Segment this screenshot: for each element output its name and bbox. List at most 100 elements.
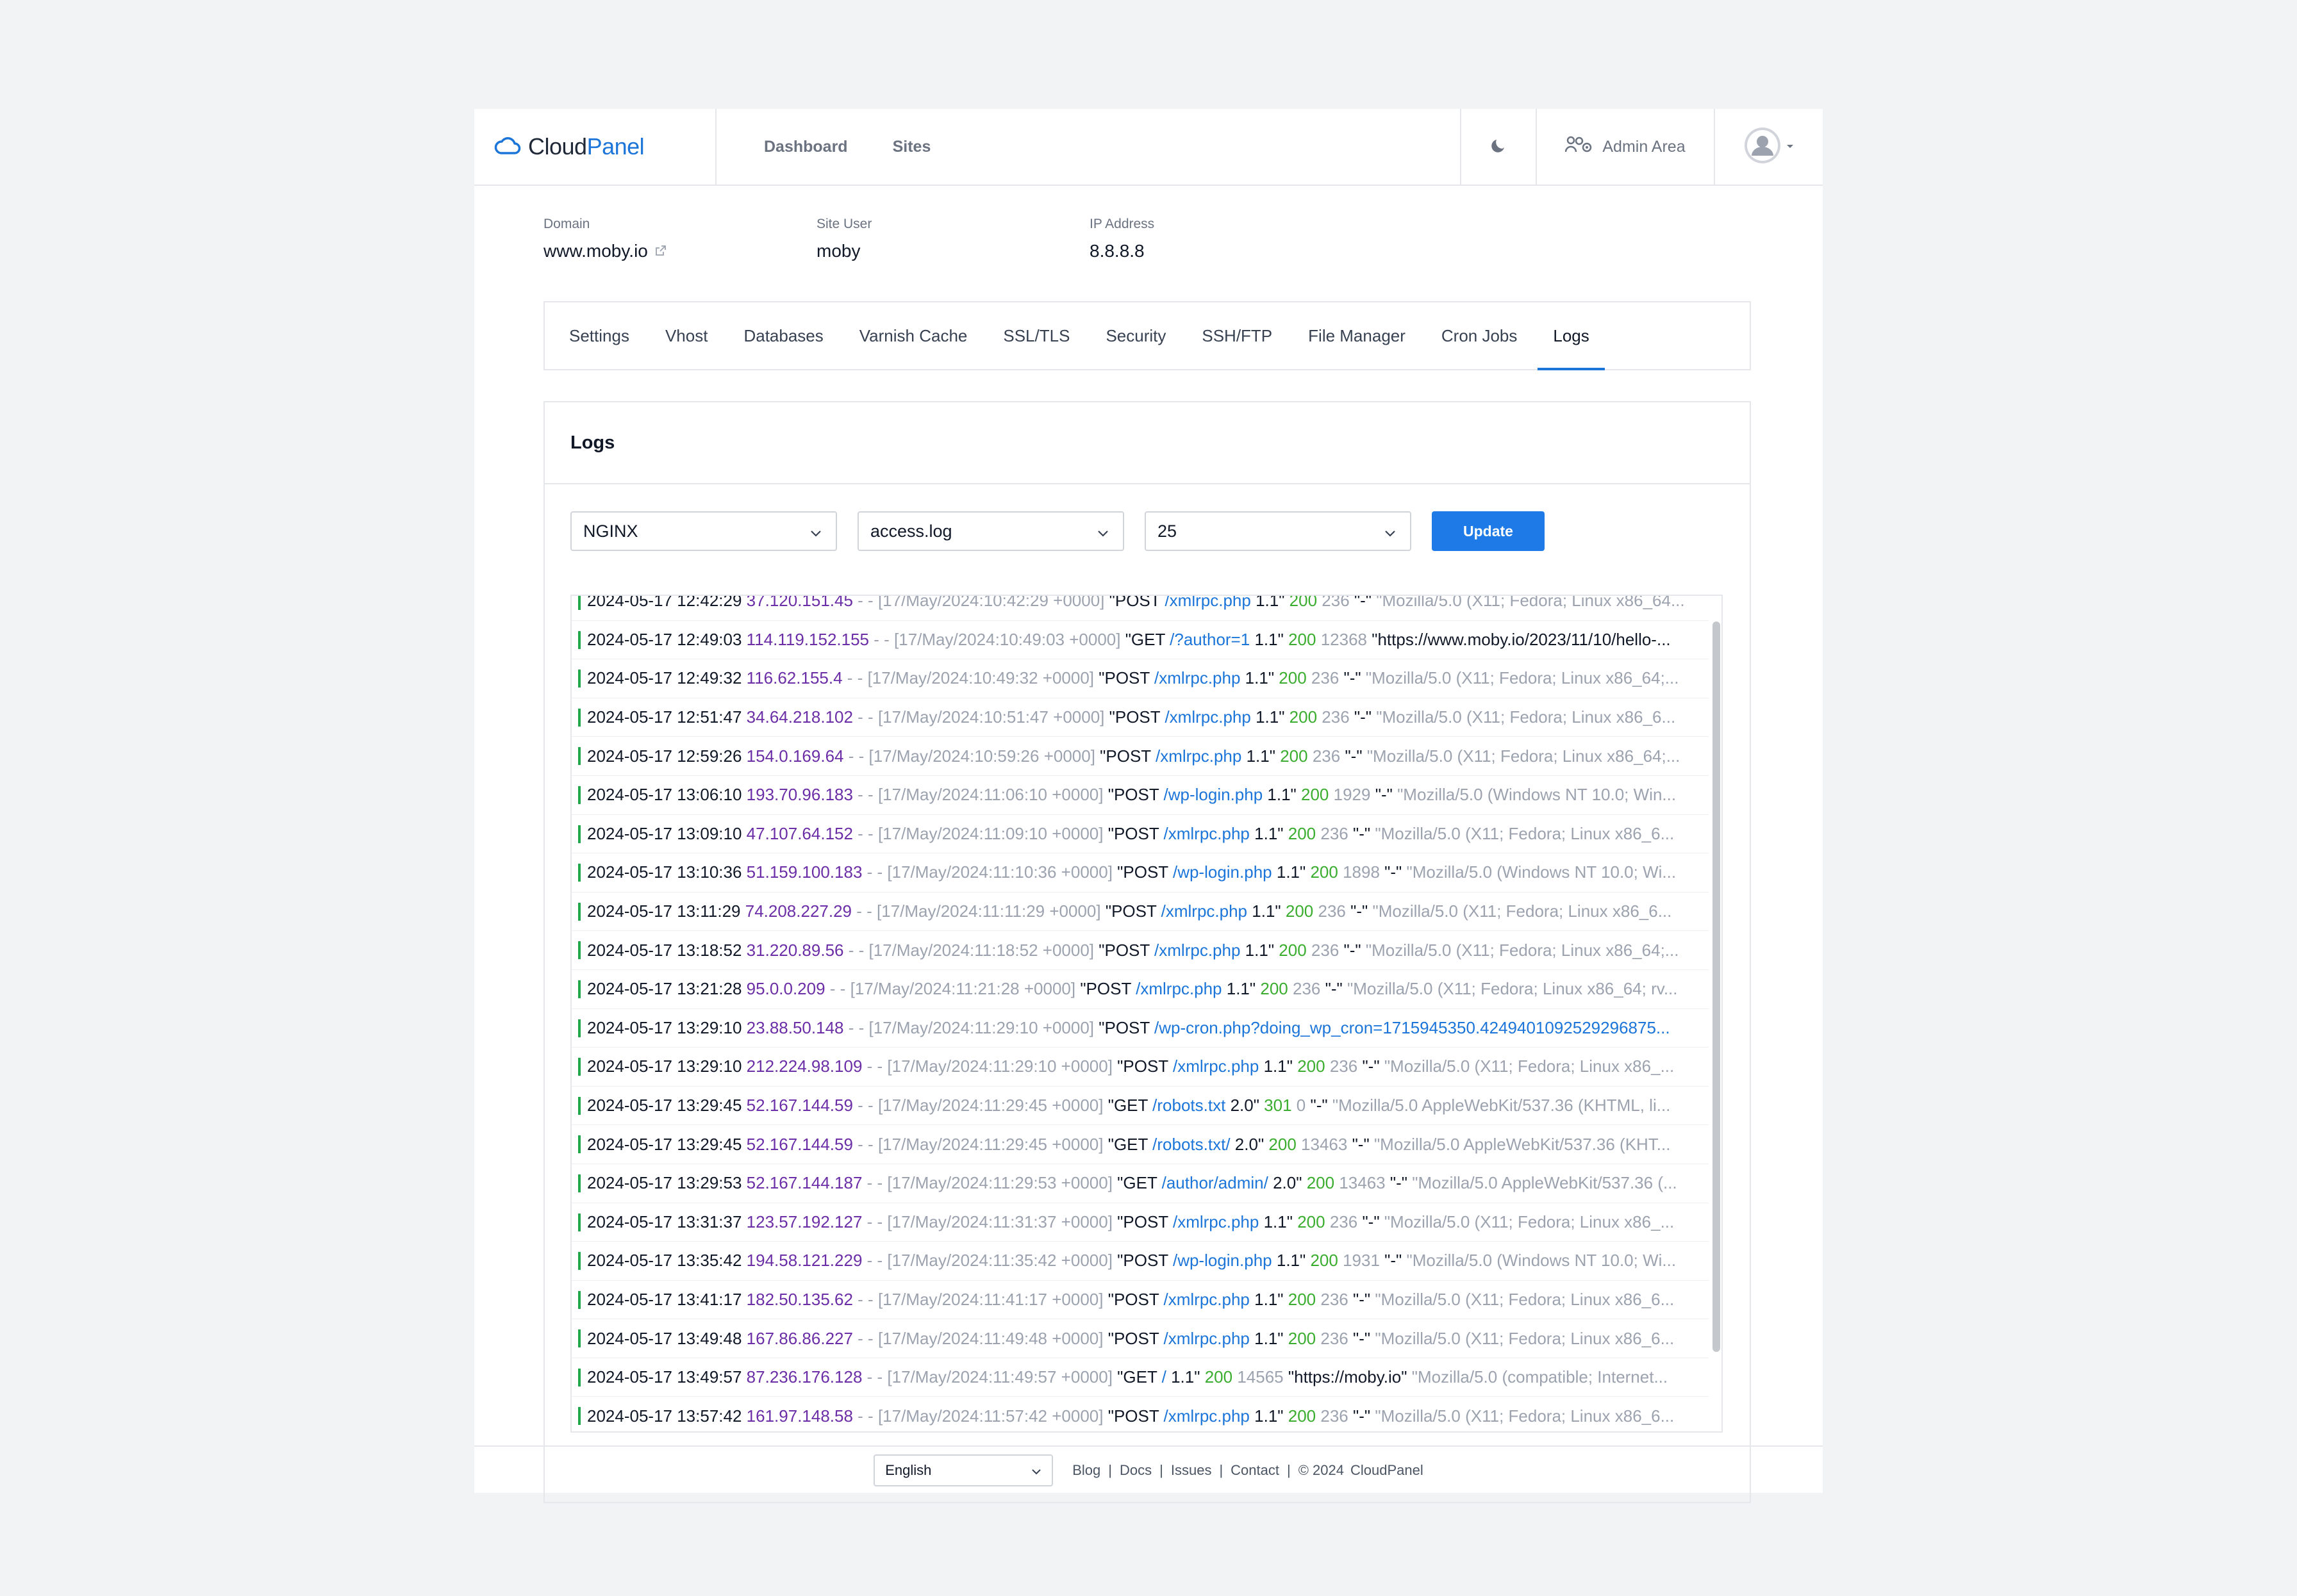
log-status: 200 [1306,1173,1335,1193]
tab-logs[interactable]: Logs [1538,302,1605,370]
log-status: 200 [1204,1367,1233,1387]
main-nav: Dashboard Sites [717,109,1460,185]
log-method: "POST [1117,862,1168,882]
log-ts: 2024-05-17 13:21:28 [587,979,742,999]
log-ts: 2024-05-17 12:59:26 [587,746,742,766]
log-size: 236 [1320,1328,1348,1348]
log-ip: 52.167.144.187 [746,1173,863,1193]
log-path: /xmlrpc.php [1172,1212,1259,1231]
log-ts: 2024-05-17 13:09:10 [587,823,742,843]
log-date: [17/May/2024:11:35:42 +0000] [887,1251,1113,1271]
brand-logo[interactable]: CloudPanel [474,109,717,185]
users-gear-icon [1565,135,1593,159]
tab-vhost[interactable]: Vhost [665,302,708,369]
log-scrollbar[interactable] [1712,621,1720,1352]
ip-label: IP Address [1090,217,1155,231]
footer-link-blog[interactable]: Blog [1072,1462,1100,1479]
log-line: 2024-05-17 13:35:42 194.58.121.229 - - [… [572,1242,1709,1281]
log-method: "GET [1117,1173,1157,1193]
log-line: 2024-05-17 13:41:17 182.50.135.62 - - [1… [572,1281,1709,1320]
log-size: 236 [1322,707,1350,727]
log-line: 2024-05-17 12:59:26 154.0.169.64 - - [17… [572,737,1709,776]
chevron-down-icon [1786,141,1795,152]
log-ref: "-" [1343,668,1361,688]
tab-databases[interactable]: Databases [743,302,823,369]
tab-security[interactable]: Security [1106,302,1166,369]
log-ua: "Mozilla/5.0 (X11; Fedora; Linux x86_6..… [1375,1289,1675,1309]
log-path: /xmlrpc.php [1136,979,1222,999]
log-file-select[interactable]: access.log [858,511,1124,551]
log-method: "GET [1107,1096,1148,1115]
external-link-icon[interactable] [654,241,667,261]
log-date: [17/May/2024:10:42:29 +0000] [877,595,1105,611]
log-method: "POST [1107,1328,1159,1348]
top-header: CloudPanel Dashboard Sites Admin Area [474,109,1823,186]
log-proto: 1.1" [1252,901,1281,921]
footer-link-docs[interactable]: Docs [1120,1462,1152,1479]
log-method: "POST [1099,1017,1150,1037]
log-size: 13463 [1301,1134,1348,1154]
log-line: 2024-05-17 13:31:37 123.57.192.127 - - [… [572,1203,1709,1242]
log-ip: 34.64.218.102 [746,707,853,727]
log-dash: - - [842,668,868,688]
log-ua: "Mozilla/5.0 (X11; Fedora; Linux x86_6..… [1375,1406,1675,1426]
log-ts: 2024-05-17 13:29:45 [587,1134,742,1154]
log-method: "GET [1125,629,1165,649]
log-ip: 52.167.144.59 [746,1096,853,1115]
dark-mode-toggle[interactable] [1460,109,1536,185]
user-menu[interactable] [1714,109,1823,185]
log-ref: "-" [1389,1173,1407,1193]
log-lines-select[interactable]: 25 [1145,511,1411,551]
footer: English Blog | Docs | Issues | Contact |… [474,1445,1823,1494]
tab-ssh-ftp[interactable]: SSH/FTP [1202,302,1272,369]
log-type-select[interactable]: NGINX [570,511,837,551]
log-proto: 1.1" [1263,1057,1293,1076]
log-status: 200 [1268,1134,1297,1154]
log-ua: "Mozilla/5.0 AppleWebKit/537.36 (KHT... [1373,1134,1671,1154]
log-ip: 95.0.0.209 [746,979,825,999]
log-path: /xmlrpc.php [1154,940,1241,960]
log-size: 236 [1320,1289,1348,1309]
log-date: [17/May/2024:11:11:29 +0000] [877,901,1101,921]
log-proto: 1.1" [1245,940,1275,960]
log-proto: 1.1" [1226,979,1256,999]
log-ts: 2024-05-17 12:49:03 [587,629,742,649]
log-path: /wp-login.php [1163,785,1263,805]
log-dash: - - [862,1251,888,1271]
log-method: "POST [1109,707,1161,727]
log-method: "POST [1099,940,1150,960]
log-status: 200 [1260,979,1288,999]
tab-cron-jobs[interactable]: Cron Jobs [1441,302,1518,369]
log-ua: "Mozilla/5.0 (X11; Fedora; Linux x86_6..… [1376,707,1676,727]
log-line: 2024-05-17 12:49:03 114.119.152.155 - - … [572,621,1709,660]
log-line-text: 2024-05-17 13:29:10 212.224.98.109 - - [… [587,1057,1674,1076]
ip-value: 8.8.8.8 [1090,241,1145,261]
tab-ssl-tls[interactable]: SSL/TLS [1003,302,1070,369]
log-viewer[interactable]: 2024-05-17 12:42:29 37.120.151.45 - - [1… [570,595,1723,1433]
tab-settings[interactable]: Settings [569,302,629,369]
log-ua: "Mozilla/5.0 (X11; Fedora; Linux x86_64;… [1366,746,1680,766]
nav-sites[interactable]: Sites [893,138,931,156]
log-ts: 2024-05-17 13:11:29 [587,901,741,921]
update-button[interactable]: Update [1432,511,1545,551]
nav-dashboard[interactable]: Dashboard [764,138,848,156]
log-proto: 1.1" [1276,1251,1306,1271]
log-path: /wp-login.php [1172,862,1272,882]
footer-link-issues[interactable]: Issues [1171,1462,1212,1479]
footer-link-contact[interactable]: Contact [1231,1462,1279,1479]
log-path: /robots.txt [1152,1096,1226,1115]
language-select[interactable]: English [874,1454,1054,1486]
log-line-text: 2024-05-17 12:49:03 114.119.152.155 - - … [587,630,1671,650]
log-dash: - - [862,1212,888,1231]
tab-varnish-cache[interactable]: Varnish Cache [859,302,968,369]
log-ip: 52.167.144.59 [746,1134,853,1154]
log-date: [17/May/2024:10:49:32 +0000] [867,668,1095,688]
log-method: "POST [1105,901,1157,921]
log-line-text: 2024-05-17 13:49:48 167.86.86.227 - - [1… [587,1329,1674,1349]
log-type-value: NGINX [583,521,638,541]
log-line-text: 2024-05-17 13:31:37 123.57.192.127 - - [… [587,1212,1674,1232]
admin-area-label: Admin Area [1602,137,1686,156]
log-ip: 51.159.100.183 [746,862,863,882]
admin-area-button[interactable]: Admin Area [1536,109,1714,185]
tab-file-manager[interactable]: File Manager [1308,302,1406,369]
